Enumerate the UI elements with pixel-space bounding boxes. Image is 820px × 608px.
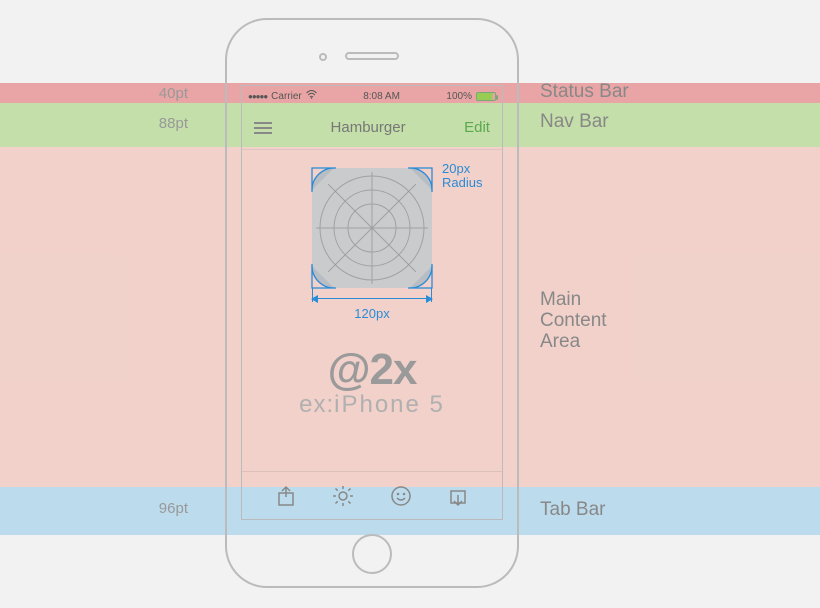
share-icon[interactable] [272, 482, 300, 510]
corner-radius-icon [407, 263, 433, 289]
status-bar-label: Status Bar [540, 82, 629, 103]
main-content-label: Main Content Area [540, 290, 607, 353]
screen: ●●●●● Carrier 8:08 AM 100% Hamburger Edi… [241, 85, 503, 520]
tab-bar [242, 471, 502, 519]
nav-bar-label: Nav Bar [540, 112, 609, 133]
nav-bar-height-label: 88pt [148, 115, 188, 132]
main-content-area: 20pxRadius 120px @2x ex:iPhone 5 [242, 150, 502, 471]
gear-icon[interactable] [329, 482, 357, 510]
corner-radius-icon [311, 263, 337, 289]
reply-icon[interactable] [444, 482, 472, 510]
carrier-label: Carrier [271, 91, 302, 102]
phone-outline: ●●●●● Carrier 8:08 AM 100% Hamburger Edi… [225, 18, 519, 588]
status-bar-height-label: 40pt [148, 85, 188, 102]
corner-radius-icon [311, 167, 337, 193]
radius-dimension-label: 20pxRadius [442, 162, 482, 191]
nav-bar: Hamburger Edit [242, 106, 502, 150]
tab-bar-label: Tab Bar [540, 500, 605, 521]
home-button-icon [352, 534, 392, 574]
scale-example-label: ex:iPhone 5 [242, 391, 502, 419]
app-icon-template [312, 168, 432, 288]
tab-bar-height-label: 96pt [148, 500, 188, 517]
clock-label: 8:08 AM [363, 91, 400, 102]
signal-dots-icon: ●●●●● [248, 92, 267, 101]
corner-radius-icon [407, 167, 433, 193]
camera-dot-icon [319, 53, 327, 61]
speaker-icon [345, 52, 399, 60]
edit-button[interactable]: Edit [464, 119, 490, 136]
battery-icon [476, 92, 496, 101]
nav-title: Hamburger [331, 119, 406, 136]
wifi-icon [306, 90, 317, 102]
smile-icon[interactable] [387, 482, 415, 510]
scale-factor-label: @2x [242, 345, 502, 395]
width-dimension: 120px [312, 292, 432, 322]
status-bar: ●●●●● Carrier 8:08 AM 100% [242, 86, 502, 106]
width-dimension-label: 120px [312, 306, 432, 321]
battery-pct-label: 100% [446, 91, 472, 102]
hamburger-icon[interactable] [254, 122, 272, 134]
